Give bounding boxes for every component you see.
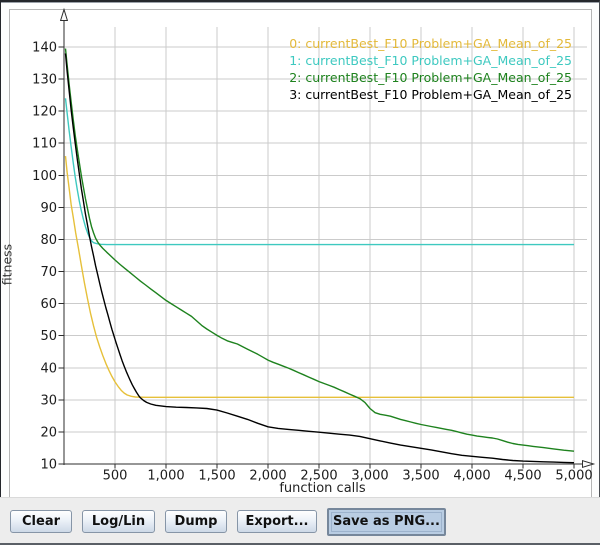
y-axis-label: fitness: [0, 235, 15, 295]
log-lin-button[interactable]: Log/Lin: [82, 510, 155, 533]
plot-region: 1020304050607080901001101201301405001,00…: [0, 0, 600, 497]
clear-button[interactable]: Clear: [10, 510, 72, 533]
chart-legend: 0: currentBest_F10 Problem+GA_Mean_of_25…: [289, 35, 572, 103]
dump-button[interactable]: Dump: [165, 510, 227, 533]
legend-entry-2: 2: currentBest_F10 Problem+GA_Mean_of_25: [289, 69, 572, 86]
legend-entry-0: 0: currentBest_F10 Problem+GA_Mean_of_25: [289, 35, 572, 52]
legend-entry-3: 3: currentBest_F10 Problem+GA_Mean_of_25: [289, 86, 572, 103]
legend-entry-1: 1: currentBest_F10 Problem+GA_Mean_of_25: [289, 52, 572, 69]
save-as-png-button[interactable]: Save as PNG...: [327, 508, 446, 536]
export-button[interactable]: Export...: [237, 510, 317, 533]
button-bar: Clear Log/Lin Dump Export... Save as PNG...: [0, 497, 600, 545]
plot-window: 1020304050607080901001101201301405001,00…: [0, 0, 600, 545]
x-axis-label: function calls: [1, 481, 600, 496]
